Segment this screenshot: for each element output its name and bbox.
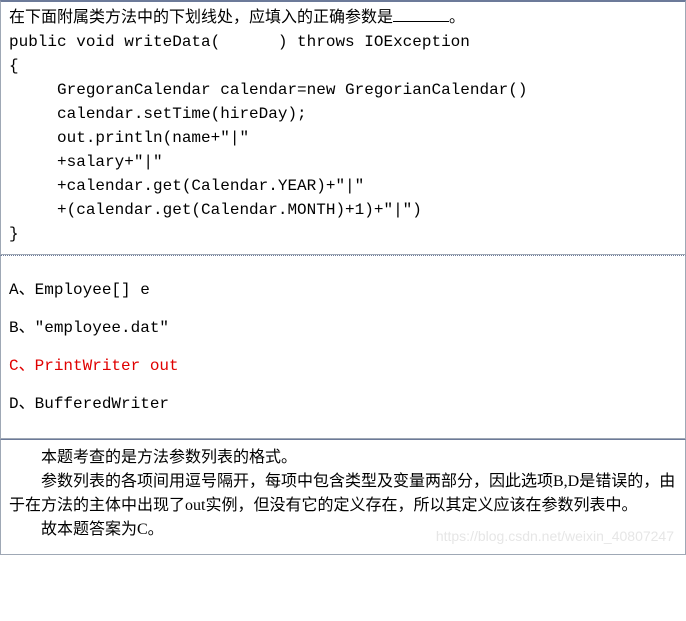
blank-line xyxy=(393,21,449,22)
option-text: "employee.dat" xyxy=(35,319,169,337)
option-a[interactable]: A、Employee[] e xyxy=(9,278,677,302)
option-label: C、 xyxy=(9,357,35,375)
code-block: public void writeData( ) throws IOExcept… xyxy=(9,30,677,246)
options-box: A、Employee[] e B、"employee.dat" C、PrintW… xyxy=(0,255,686,439)
option-label: B、 xyxy=(9,319,35,337)
question-prompt: 在下面附属类方法中的下划线处，应填入的正确参数是 。 xyxy=(9,6,677,30)
option-b[interactable]: B、"employee.dat" xyxy=(9,316,677,340)
explanation-line-1: 本题考查的是方法参数列表的格式。 xyxy=(9,446,677,470)
question-box: 在下面附属类方法中的下划线处，应填入的正确参数是 。 public void wr… xyxy=(0,0,686,255)
option-text: Employee[] e xyxy=(35,281,150,299)
explanation-line-2: 参数列表的各项间用逗号隔开，每项中包含类型及变量两部分，因此选项B,D是错误的，… xyxy=(9,470,677,518)
option-text: PrintWriter out xyxy=(35,357,179,375)
option-c[interactable]: C、PrintWriter out xyxy=(9,354,677,378)
option-text: BufferedWriter xyxy=(35,395,169,413)
option-label: D、 xyxy=(9,395,35,413)
explanation-line-3: 故本题答案为C。 xyxy=(9,518,677,542)
explanation-box: 本题考查的是方法参数列表的格式。 参数列表的各项间用逗号隔开，每项中包含类型及变… xyxy=(0,439,686,555)
prompt-post: 。 xyxy=(449,9,465,26)
option-label: A、 xyxy=(9,281,35,299)
prompt-pre: 在下面附属类方法中的下划线处，应填入的正确参数是 xyxy=(9,9,393,26)
option-d[interactable]: D、BufferedWriter xyxy=(9,392,677,416)
